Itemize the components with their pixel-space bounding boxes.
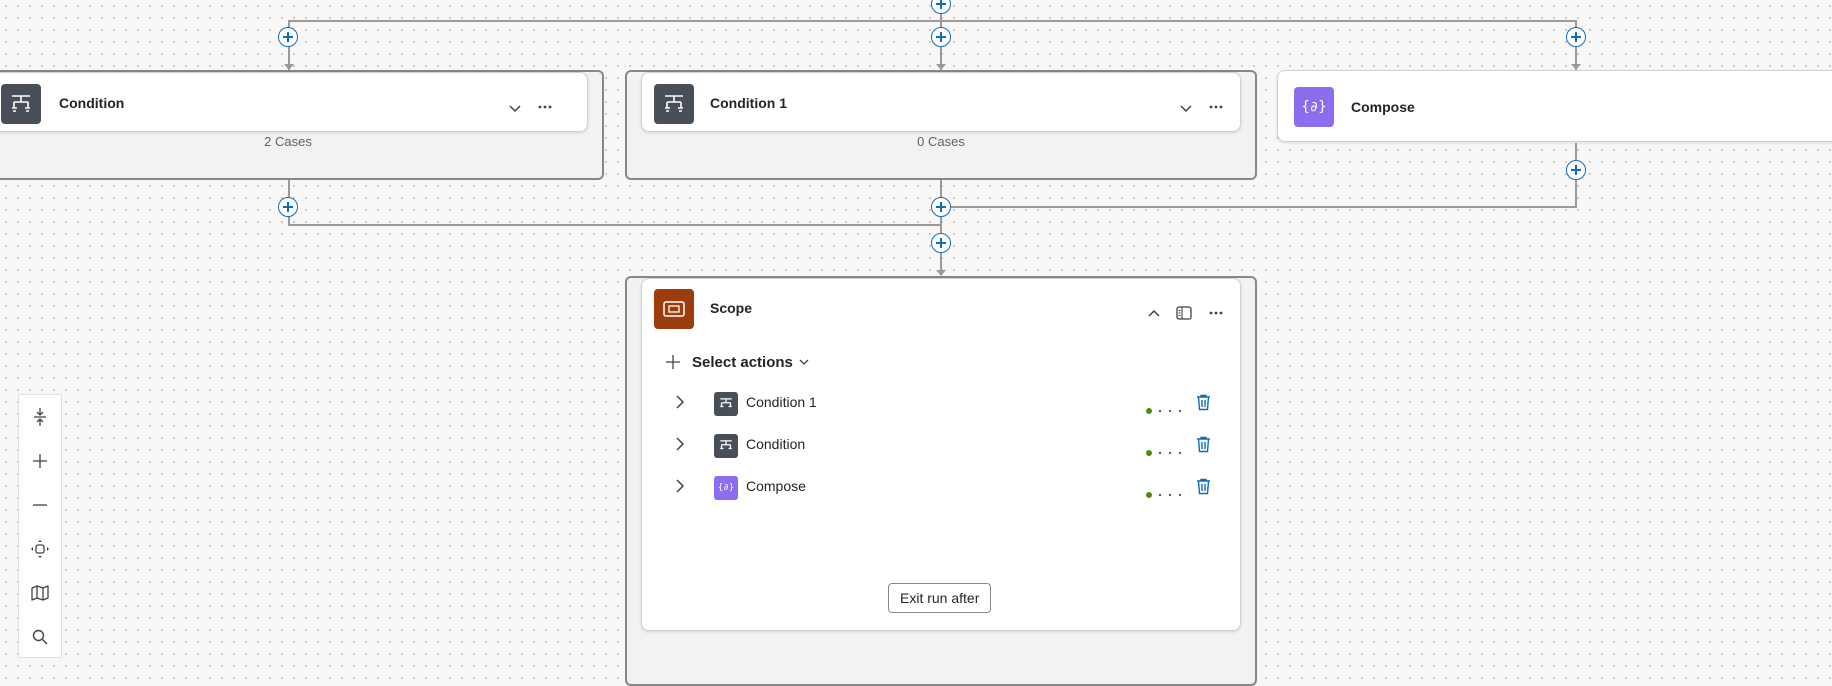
chevron-right-icon[interactable]: [676, 437, 685, 456]
panel-icon[interactable]: [1172, 301, 1196, 325]
more-options-icon[interactable]: [1204, 301, 1228, 325]
scope-action-row[interactable]: {∂} Compose: [656, 469, 1226, 505]
action-label: Compose: [746, 478, 806, 494]
add-action-button[interactable]: [931, 27, 951, 47]
select-actions-button[interactable]: Select actions: [666, 351, 809, 373]
fit-height-icon[interactable]: [19, 395, 61, 439]
add-action-button[interactable]: [1566, 160, 1586, 180]
chevron-down-icon[interactable]: [503, 97, 527, 121]
zoom-in-icon[interactable]: [19, 439, 61, 483]
condition-icon: [654, 84, 694, 124]
compose-icon: {∂}: [714, 476, 738, 500]
scope-action-row[interactable]: Condition: [656, 427, 1226, 463]
chevron-down-icon: [799, 359, 809, 365]
connector-line: [940, 206, 1577, 208]
add-action-button[interactable]: [931, 197, 951, 217]
select-actions-label: Select actions: [692, 353, 793, 371]
chevron-up-icon[interactable]: [1142, 301, 1166, 325]
scope-action-row[interactable]: Condition 1: [656, 385, 1226, 421]
node-title: Scope: [710, 300, 753, 316]
chevron-right-icon[interactable]: [676, 479, 685, 498]
delete-icon[interactable]: [1196, 478, 1211, 500]
compose-icon: {∂}: [1294, 87, 1334, 127]
add-icon: [666, 355, 680, 369]
more-options-icon[interactable]: [533, 95, 557, 119]
node-title: Condition: [59, 95, 125, 111]
zoom-out-icon[interactable]: [19, 483, 61, 527]
action-label: Condition 1: [746, 394, 817, 410]
run-after-status-icon[interactable]: [1146, 401, 1186, 419]
delete-icon[interactable]: [1196, 436, 1211, 458]
cases-count: 2 Cases: [264, 134, 312, 149]
connector-line: [940, 178, 942, 273]
cases-count: 0 Cases: [917, 134, 965, 149]
condition1-node[interactable]: Condition 1: [641, 72, 1241, 132]
node-title: Condition 1: [710, 95, 787, 111]
add-action-button[interactable]: [931, 0, 951, 14]
connector-line: [288, 20, 1577, 22]
add-action-button[interactable]: [278, 197, 298, 217]
add-action-button[interactable]: [1566, 27, 1586, 47]
condition-icon: [714, 392, 738, 416]
fit-view-icon[interactable]: [19, 527, 61, 571]
search-icon[interactable]: [19, 615, 61, 659]
scope-node[interactable]: Scope Select actions Condition 1 Conditi…: [641, 278, 1241, 631]
chevron-down-icon[interactable]: [1174, 97, 1198, 121]
add-action-button[interactable]: [278, 27, 298, 47]
run-after-status-icon[interactable]: [1146, 443, 1186, 461]
delete-icon[interactable]: [1196, 394, 1211, 416]
scope-icon: [654, 289, 694, 329]
action-label: Condition: [746, 436, 806, 452]
add-action-button[interactable]: [931, 233, 951, 253]
compose-node[interactable]: {∂} Compose: [1277, 70, 1832, 142]
run-after-status-icon[interactable]: [1146, 485, 1186, 503]
condition-icon: [714, 434, 738, 458]
minimap-icon[interactable]: [19, 571, 61, 615]
condition-node[interactable]: Condition: [0, 72, 588, 132]
condition-icon: [1, 84, 41, 124]
canvas-toolbar: [18, 394, 62, 658]
more-options-icon[interactable]: [1204, 95, 1228, 119]
node-title: Compose: [1351, 99, 1415, 115]
connector-line: [288, 224, 942, 226]
chevron-right-icon[interactable]: [676, 395, 685, 414]
exit-run-after-button[interactable]: Exit run after: [888, 583, 992, 613]
